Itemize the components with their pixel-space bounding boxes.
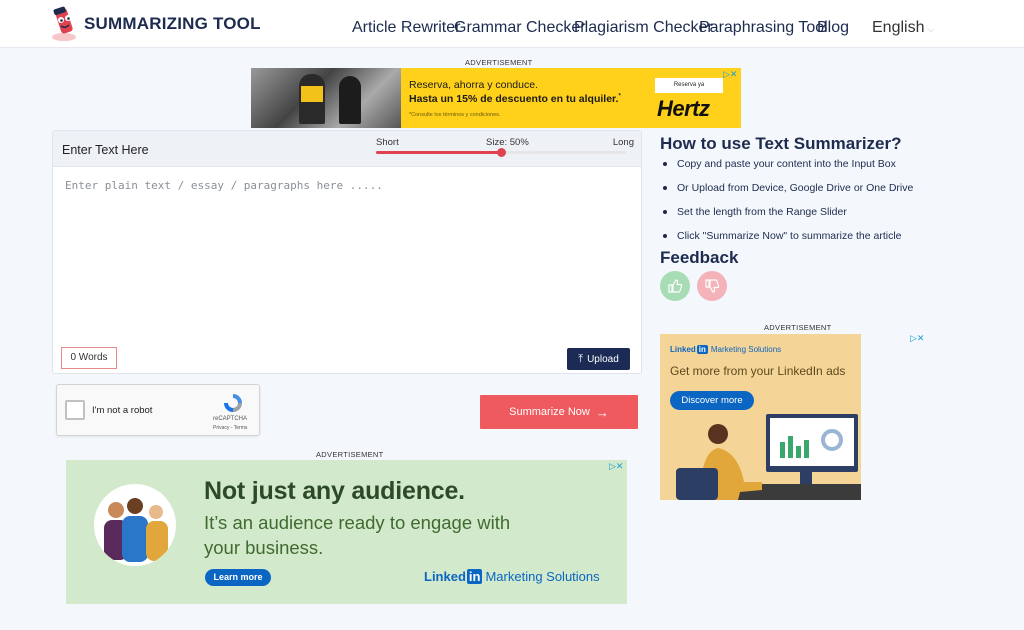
summary-length-slider[interactable]: Short Size: 50% Long bbox=[376, 137, 634, 163]
howto-step: Copy and paste your content into the Inp… bbox=[660, 155, 960, 179]
editor-header: Enter Text Here Short Size: 50% Long bbox=[53, 131, 641, 167]
arrow-right-icon: → bbox=[595, 404, 609, 420]
ad-label-right: ADVERTISEMENT bbox=[764, 323, 832, 332]
ad-top-line2-text: Hasta un 15% de descuento en tu alquiler… bbox=[409, 93, 619, 105]
ad-right-headline: Get more from your LinkedIn ads bbox=[670, 364, 846, 378]
linkedin-brand: Linked in Marketing Solutions bbox=[670, 345, 781, 354]
ad-banner-right[interactable]: Linked in Marketing Solutions Get more fro… bbox=[660, 334, 861, 500]
pencil-mascot-icon bbox=[52, 6, 76, 41]
slider-value-label: Size: 50% bbox=[486, 137, 529, 148]
editor-title: Enter Text Here bbox=[62, 143, 149, 157]
people-icon bbox=[104, 498, 168, 562]
nav-plagiarism-checker[interactable]: Plagiarism Checker bbox=[574, 19, 713, 37]
linkedin-word: Linked bbox=[670, 345, 696, 354]
nav-grammar-checker[interactable]: Grammar Checker bbox=[454, 19, 586, 37]
brand-name: SUMMARIZING TOOL bbox=[84, 14, 261, 33]
slider-fill bbox=[376, 151, 501, 154]
linkedin-brand: Linked in Marketing Solutions bbox=[424, 569, 600, 584]
site-logo[interactable]: SUMMARIZING TOOL bbox=[48, 4, 261, 44]
slider-track[interactable] bbox=[376, 148, 626, 157]
thumbs-down-button[interactable] bbox=[697, 271, 727, 301]
nav-article-rewriter[interactable]: Article Rewriter bbox=[352, 19, 460, 37]
slider-min-label: Short bbox=[376, 137, 399, 148]
slider-max-label: Long bbox=[612, 137, 634, 148]
ad-top-line1: Reserva, ahorra y conduce. bbox=[409, 79, 538, 91]
ad-bottom-subline: It’s an audience ready to engage with yo… bbox=[204, 512, 511, 558]
recaptcha-widget: I'm not a robot reCAPTCHA Privacy - Term… bbox=[56, 384, 260, 436]
howto-title: How to use Text Summarizer? bbox=[660, 134, 902, 153]
ad-illustration bbox=[676, 414, 861, 500]
ad-top-fine-print: *Consulte los términos y condiciones. bbox=[409, 112, 501, 118]
ad-close-icon[interactable]: ▷✕ bbox=[723, 69, 737, 80]
ad-banner-top[interactable]: Reserva, ahorra y conduce. Hasta un 15% … bbox=[251, 68, 741, 128]
text-input-card: Enter Text Here Short Size: 50% Long 0 W… bbox=[52, 130, 642, 374]
ad-bottom-headline: Not just any audience. bbox=[204, 477, 465, 505]
ad-top-cta[interactable]: Reserva ya bbox=[655, 78, 723, 93]
linkedin-suffix: Marketing Solutions bbox=[485, 569, 600, 584]
recaptcha-brand: reCAPTCHA bbox=[213, 416, 248, 422]
ad-close-icon[interactable]: ▷✕ bbox=[609, 461, 623, 472]
language-selector[interactable]: English ⌵ bbox=[872, 19, 934, 37]
feedback-title: Feedback bbox=[660, 248, 739, 267]
ad-banner-bottom[interactable]: Not just any audience. It’s an audience … bbox=[66, 460, 627, 604]
recaptcha-label: I'm not a robot bbox=[92, 405, 153, 416]
ad-person bbox=[339, 76, 361, 124]
thumbs-up-icon bbox=[668, 279, 683, 293]
howto-steps: Copy and paste your content into the Inp… bbox=[660, 155, 960, 251]
thumbs-up-button[interactable] bbox=[660, 271, 690, 301]
text-input[interactable] bbox=[65, 179, 630, 319]
linkedin-word: Linked bbox=[424, 569, 466, 584]
upload-icon: ⤒ bbox=[578, 352, 584, 365]
ad-label-top: ADVERTISEMENT bbox=[465, 58, 533, 67]
slider-thumb[interactable] bbox=[497, 148, 506, 157]
recaptcha-links[interactable]: Privacy - Terms bbox=[213, 425, 247, 431]
site-header: SUMMARIZING TOOL Article Rewriter Gramma… bbox=[0, 0, 1024, 48]
ad-backpack bbox=[301, 86, 323, 102]
ad-top-line2: Hasta un 15% de descuento en tu alquiler… bbox=[409, 93, 621, 105]
recaptcha-logo-icon bbox=[224, 394, 242, 412]
ad-people-illustration bbox=[94, 484, 176, 566]
linkedin-in-icon: in bbox=[466, 569, 483, 584]
howto-step: Set the length from the Range Slider bbox=[660, 203, 960, 227]
ad-photo bbox=[251, 68, 401, 128]
summarize-label: Summarize Now bbox=[509, 406, 590, 418]
thumbs-down-icon bbox=[705, 279, 720, 293]
ad-top-brand: Hertz bbox=[657, 96, 710, 121]
linkedin-suffix: Marketing Solutions bbox=[710, 345, 782, 354]
ad-label-bottom: ADVERTISEMENT bbox=[316, 450, 384, 459]
ad-top-sup: * bbox=[618, 93, 621, 100]
summarize-now-button[interactable]: Summarize Now → bbox=[480, 395, 638, 429]
language-label: English bbox=[872, 19, 925, 36]
recaptcha-checkbox[interactable] bbox=[65, 400, 85, 420]
linkedin-in-icon: in bbox=[696, 345, 708, 354]
ad-discover-more-button[interactable]: Discover more bbox=[670, 391, 754, 410]
upload-label: Upload bbox=[587, 353, 619, 365]
word-count: 0 Words bbox=[61, 347, 117, 369]
ad-close-icon[interactable]: ▷✕ bbox=[910, 333, 924, 344]
nav-paraphrasing-tool[interactable]: Paraphrasing Tool bbox=[699, 19, 828, 37]
howto-step: Or Upload from Device, Google Drive or O… bbox=[660, 179, 960, 203]
upload-button[interactable]: ⤒ Upload bbox=[567, 348, 630, 370]
nav-blog[interactable]: Blog bbox=[817, 19, 849, 37]
chevron-down-icon: ⌵ bbox=[927, 24, 935, 34]
ad-learn-more-button[interactable]: Learn more bbox=[205, 569, 271, 586]
